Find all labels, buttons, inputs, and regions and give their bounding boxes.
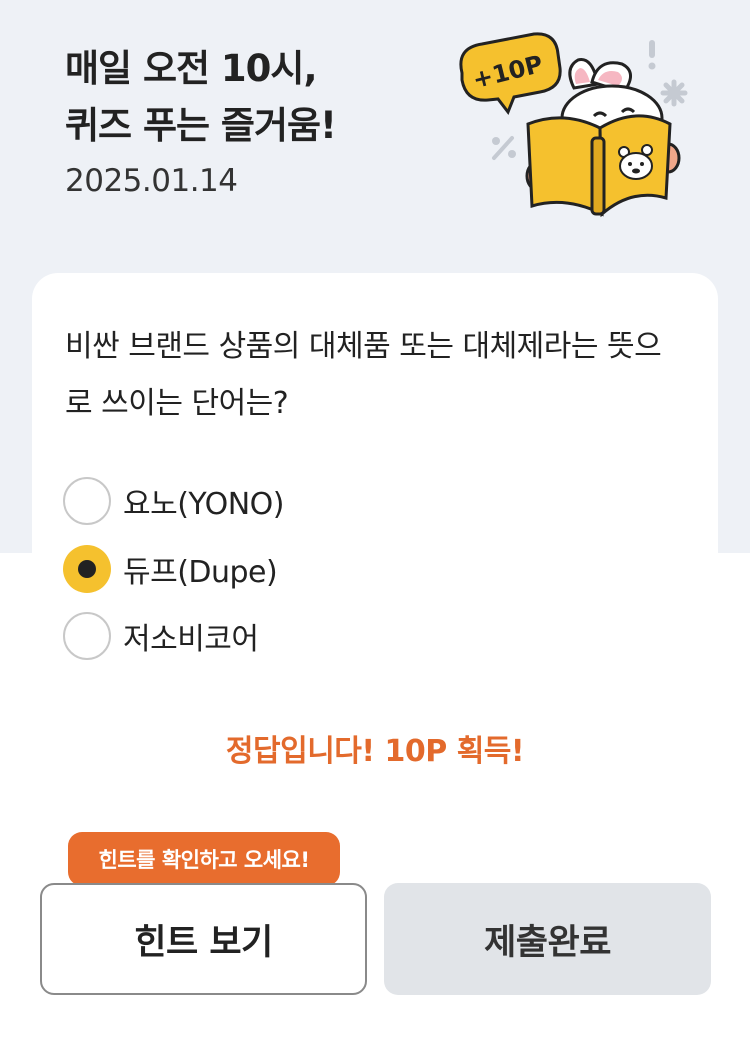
option-low-consumption-core[interactable]: 저소비코어 xyxy=(63,611,259,661)
result-message: 정답입니다! 10P 획득! xyxy=(225,734,525,769)
option-label: 저소비코어 xyxy=(123,622,259,657)
points-badge-icon: +10P xyxy=(459,32,562,116)
quiz-question: 비싼 브랜드 상품의 대체품 또는 대체제라는 뜻으로 쓰이는 단어는? xyxy=(65,329,662,421)
hint-button[interactable]: 힌트 보기 xyxy=(40,883,367,995)
radio-button[interactable] xyxy=(63,477,111,525)
submit-button[interactable]: 제출완료 xyxy=(384,883,711,995)
option-label: 요노(YONO) xyxy=(123,487,284,522)
quiz-date: 2025.01.14 xyxy=(65,163,238,199)
headline-line-1: 매일 오전 10시, xyxy=(65,47,318,90)
hint-tooltip: 힌트를 확인하고 오세요! xyxy=(68,832,340,886)
headline-line-2: 퀴즈 푸는 즐거움! xyxy=(65,104,337,147)
radio-button[interactable] xyxy=(63,612,111,660)
radio-button-selected[interactable] xyxy=(63,545,111,593)
option-yono[interactable]: 요노(YONO) xyxy=(63,476,284,526)
option-dupe[interactable]: 듀프(Dupe) xyxy=(63,544,278,594)
radio-dot-icon xyxy=(78,560,96,578)
page-headline: 매일 오전 10시, 퀴즈 푸는 즐거움! xyxy=(65,40,337,154)
option-label: 듀프(Dupe) xyxy=(123,555,278,590)
rabbit-reading-book-illustration: +10P xyxy=(459,32,688,218)
